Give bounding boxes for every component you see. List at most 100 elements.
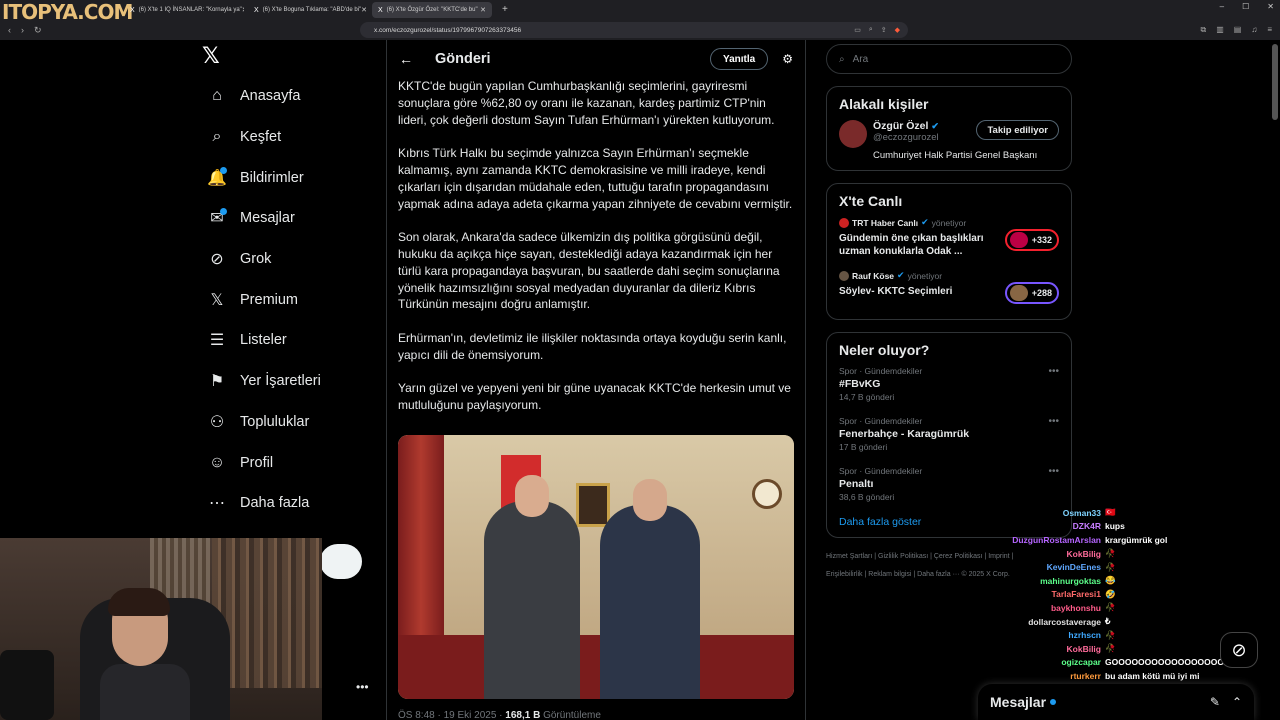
maximize-icon[interactable]: ☐ bbox=[1242, 2, 1249, 11]
reload-icon[interactable]: ↻ bbox=[34, 25, 42, 36]
following-button[interactable]: Takip ediliyor bbox=[976, 120, 1059, 140]
sidebar-item-communities[interactable]: ⚇ Topluluklar bbox=[196, 402, 386, 443]
reply-button[interactable]: Yanıtla bbox=[709, 48, 769, 70]
chat-message: DuzgunRostamArslan krargümrük gol bbox=[1000, 533, 1280, 547]
forward-icon[interactable]: › bbox=[21, 25, 24, 36]
person-row[interactable]: Özgür Özel ✔ @eczozgurozel Takip ediliyo… bbox=[839, 120, 1059, 148]
browser-tab-active[interactable]: X (6) X'te Özgür Özel: "KKTC'de bu" ✕ bbox=[372, 2, 492, 18]
live-space-item[interactable]: TRT Haber Canlı ✔ yönetiyor Gündemin öne ç… bbox=[839, 217, 1059, 258]
chat-text: 🤣 bbox=[1105, 588, 1116, 599]
sidebar-icon[interactable]: ▥ bbox=[1216, 25, 1224, 35]
sidebar-item-notifications[interactable]: 🔔 Bildirimler bbox=[196, 157, 386, 198]
account-menu-icon[interactable]: ••• bbox=[356, 680, 369, 694]
live-space-item[interactable]: Rauf Köse ✔ yönetiyor Söylev- KKTC Seçimle… bbox=[839, 270, 1059, 304]
chat-message: rturkerr bu adam kötü mü iyi mi bbox=[1000, 669, 1280, 683]
card-title: X'te Canlı bbox=[839, 193, 903, 209]
stream-chat-overlay: Osman33 🇹🇷 DZK4R kups DuzgunRostamArslan krar… bbox=[1000, 506, 1280, 710]
search-input[interactable]: ⌕ Ara bbox=[826, 44, 1072, 74]
avatar[interactable] bbox=[839, 120, 867, 148]
x-logo[interactable]: 𝕏 bbox=[202, 44, 242, 76]
messages-drawer[interactable]: Mesajlar ✎ ⌃ bbox=[978, 684, 1254, 720]
sidebar-item-messages[interactable]: ✉ Mesajlar bbox=[196, 198, 386, 239]
post-button[interactable] bbox=[320, 544, 362, 579]
url-bar[interactable]: x.com/eczozgurozel/status/19799679072633… bbox=[360, 22, 908, 38]
sidebar-item-bookmarks[interactable]: ⚑ Yer İşaretleri bbox=[196, 361, 386, 402]
menu-icon[interactable]: ≡ bbox=[1267, 25, 1272, 35]
post-text: KKTC'de bugün yapılan Cumhurbaşkanlığı s… bbox=[387, 78, 805, 414]
sidebar-item-lists[interactable]: ☰ Listeler bbox=[196, 320, 386, 361]
close-icon[interactable]: ✕ bbox=[242, 6, 244, 14]
trend-category: Spor · Gündemdekiler bbox=[839, 366, 923, 376]
tab-label: (6) X'te Özgür Özel: "KKTC'de bu" bbox=[386, 7, 478, 13]
address-row: ‹ › ↻ x.com/eczozgurozel/status/19799679… bbox=[0, 20, 1280, 40]
chat-username: ogizcapar bbox=[1061, 657, 1101, 668]
sidebar-item-label: Mesajlar bbox=[240, 210, 295, 227]
verified-icon: ✔ bbox=[921, 217, 929, 227]
page-scrollbar[interactable] bbox=[1272, 44, 1278, 120]
settings-sliders-icon[interactable]: ⚙ bbox=[782, 52, 793, 66]
back-icon[interactable]: ‹ bbox=[8, 25, 11, 36]
sidebar-item-profile[interactable]: ☺ Profil bbox=[196, 442, 386, 483]
trend-item[interactable]: Spor · Gündemdekiler Fenerbahçe - Karagü… bbox=[839, 416, 1059, 452]
url-text: x.com/eczozgurozel/status/19799679072633… bbox=[374, 26, 522, 34]
music-icon[interactable]: ♫ bbox=[1251, 25, 1257, 35]
sidebar-item-grok[interactable]: ⊘ Grok bbox=[196, 239, 386, 280]
tab-label: (6) X'te 1 IQ İNSANLAR: "Kornayla ya" bbox=[138, 7, 242, 13]
sidebar-item-more[interactable]: ⋯ Daha fazla bbox=[196, 483, 386, 524]
pip-icon[interactable]: ▭ bbox=[854, 26, 861, 34]
sidebar-item-label: Yer İşaretleri bbox=[240, 373, 321, 390]
chat-username: DuzgunRostamArslan bbox=[1012, 534, 1101, 545]
sidebar-item-explore[interactable]: ⌕ Keşfet bbox=[196, 117, 386, 158]
chat-message: DZK4R kups bbox=[1000, 520, 1280, 534]
url-icons: ▭ ⌕ ⇪ ◆ bbox=[854, 26, 908, 34]
close-icon[interactable]: ✕ bbox=[480, 6, 486, 14]
more-icon[interactable]: ••• bbox=[1048, 416, 1059, 427]
brave-shield-icon[interactable]: ◆ bbox=[895, 26, 900, 34]
avatar bbox=[839, 270, 849, 281]
browser-tab[interactable]: X(6) X'te 1 IQ İNSANLAR: "Kornayla ya"✕ bbox=[124, 2, 244, 18]
trend-name: Fenerbahçe - Karagümrük bbox=[839, 428, 970, 440]
x-icon: X bbox=[130, 6, 135, 14]
chat-username: TarlaFaresi1 bbox=[1051, 589, 1101, 600]
wallet-icon[interactable]: ▤ bbox=[1234, 25, 1242, 35]
trend-item[interactable]: Spor · Gündemdekiler Penaltı 38,6 B gönd… bbox=[839, 466, 1059, 502]
window-controls: – ☐ ✕ bbox=[1220, 2, 1274, 11]
trend-item[interactable]: Spor · Gündemdekiler #FBvKG 14,7 B gönde… bbox=[839, 366, 1059, 402]
minimize-icon[interactable]: – bbox=[1220, 2, 1224, 11]
more-circle-icon: ⋯ bbox=[209, 495, 225, 513]
zoom-icon[interactable]: ⌕ bbox=[869, 26, 873, 34]
back-arrow-icon[interactable]: ← bbox=[399, 51, 413, 67]
drawer-title: Mesajlar bbox=[990, 694, 1047, 710]
grok-floating-button[interactable]: ⊘ bbox=[1220, 632, 1258, 668]
webcam-overlay bbox=[0, 538, 322, 720]
post-paragraph: Yarın güzel ve yepyeni yeni bir güne uya… bbox=[398, 381, 791, 413]
streamer-shirt bbox=[100, 664, 190, 720]
more-icon[interactable]: ••• bbox=[1048, 366, 1059, 377]
browser-tab[interactable]: X (6) X'te Boguna Tıklama: "ABD'de bi" ✕ bbox=[248, 2, 368, 18]
chat-username: Osman33 bbox=[1062, 507, 1101, 518]
search-icon: ⌕ bbox=[212, 128, 222, 146]
post-paragraph: KKTC'de bugün yapılan Cumhurbaşkanlığı s… bbox=[398, 79, 775, 127]
person-name[interactable]: Özgür Özel ✔ bbox=[873, 120, 939, 132]
avatar bbox=[1009, 285, 1028, 301]
compose-message-icon[interactable]: ✎ bbox=[1210, 695, 1220, 709]
verified-icon: ✔ bbox=[897, 270, 905, 280]
close-icon[interactable]: ✕ bbox=[361, 6, 367, 14]
tab-label: (6) X'te Boguna Tıklama: "ABD'de bi" bbox=[262, 7, 362, 13]
live-host: TRT Haber Canlı ✔ yönetiyor bbox=[839, 217, 1059, 228]
expand-icon[interactable]: ⌃ bbox=[1232, 695, 1242, 709]
post-photo[interactable] bbox=[398, 435, 794, 699]
post-paragraph: Son olarak, Ankara'da sadece ülkemizin d… bbox=[398, 230, 780, 312]
extensions-icon[interactable]: ⧉ bbox=[1200, 25, 1206, 35]
sidebar-item-label: Topluluklar bbox=[240, 413, 310, 430]
chat-message: mahinurgoktas 😂 bbox=[1000, 574, 1280, 588]
sidebar-item-label: Profil bbox=[240, 454, 274, 471]
share-icon[interactable]: ⇪ bbox=[881, 26, 887, 34]
sidebar-item-home[interactable]: ⌂ Anasayfa bbox=[196, 76, 386, 117]
close-window-icon[interactable]: ✕ bbox=[1267, 2, 1274, 11]
sidebar-item-premium[interactable]: 𝕏 Premium bbox=[196, 279, 386, 320]
more-icon[interactable]: ••• bbox=[1048, 466, 1059, 477]
new-tab-button[interactable]: + bbox=[496, 2, 514, 20]
stream-overlay-logo: ITOPYA.COM bbox=[2, 0, 133, 24]
card-title: Neler oluyor? bbox=[839, 342, 930, 358]
